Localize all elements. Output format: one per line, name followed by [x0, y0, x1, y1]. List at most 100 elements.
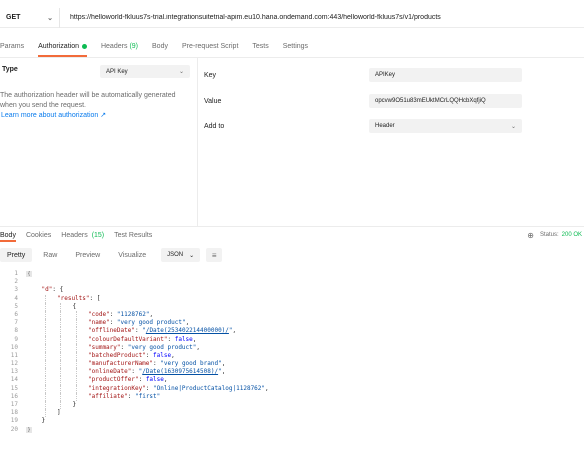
response-tabs: Body Cookies Headers (15) Test Results	[0, 229, 584, 242]
code-text: "name": "very good product",	[88, 319, 189, 327]
line-number: 10	[10, 343, 18, 351]
tab-settings[interactable]: Settings	[283, 38, 308, 54]
line-number: 9	[14, 335, 18, 343]
indent-guide	[60, 376, 61, 385]
code-line: 3 "d": {	[0, 286, 584, 294]
code-line: 1{	[0, 270, 584, 278]
code-token: "very good product"	[116, 319, 186, 327]
code-text: }	[26, 426, 32, 434]
code-line: 13 "onlineDate": "/Date(1630975614508)/",	[0, 368, 584, 377]
tab-headers[interactable]: Headers (9)	[101, 38, 138, 54]
indent-guide	[44, 327, 46, 336]
auth-type-panel: Type API Key ⌄ The authorization header …	[0, 58, 198, 226]
visualize-button[interactable]: Visualize	[111, 248, 153, 262]
indent-guide	[44, 351, 46, 361]
response-toolbar: Pretty Raw Preview Visualize JSON ⌄ ≡	[0, 248, 584, 262]
indent-guide	[44, 360, 46, 369]
line-number: 15	[10, 384, 18, 392]
code-text: "affiliate": "first"	[88, 393, 160, 401]
line-number: 16	[10, 392, 18, 400]
format-select[interactable]: JSON ⌄	[161, 248, 201, 262]
active-dot-icon	[81, 43, 87, 49]
status-label: Status:	[539, 232, 559, 238]
code-token: false	[174, 335, 193, 343]
fold-toggle-icon[interactable]: {	[26, 271, 32, 277]
code-token: "Online|ProductCatalog|1128762"	[153, 384, 266, 392]
code-token: ,	[196, 343, 201, 351]
indent-guide	[44, 368, 46, 377]
status-value[interactable]: 200 OK	[562, 232, 582, 238]
indent-guide	[75, 327, 77, 336]
response-tab-cookies[interactable]: Cookies	[26, 232, 51, 239]
tab-authorization[interactable]: Authorization	[38, 38, 87, 57]
code-token: :	[145, 351, 154, 359]
indent-guide	[75, 351, 77, 361]
response-tab-headers[interactable]: Headers (15)	[61, 232, 104, 239]
code-line: 2	[0, 278, 584, 286]
indent-guide	[60, 360, 61, 369]
response-tab-body[interactable]: Body	[0, 232, 16, 242]
indent-guide	[75, 343, 77, 352]
divider	[0, 226, 584, 227]
response-status: ⊕ Status: 200 OK	[527, 229, 582, 241]
code-token: "colourDefaultVariant"	[88, 335, 168, 343]
tab-params[interactable]: Params	[0, 38, 24, 54]
code-text: "batchedProduct": false,	[88, 352, 175, 360]
method-select[interactable]: GET ⌄	[0, 7, 60, 28]
fold-toggle-icon[interactable]: }	[26, 426, 32, 433]
code-line: 8 "offlineDate": "/Date(253402214400000)/…	[0, 327, 584, 336]
code-line: 17}	[0, 401, 584, 410]
auth-type-select[interactable]: API Key ⌄	[100, 65, 190, 78]
wrap-lines-icon[interactable]: ≡	[206, 248, 223, 262]
auth-value-input[interactable]: opcvw9O51u83mEUktMCrLQQHcbXqfjiQ	[369, 94, 522, 108]
indent-guide	[75, 376, 77, 385]
indent-guide	[44, 335, 46, 344]
response-tab-test-results[interactable]: Test Results	[114, 232, 152, 239]
code-text: }	[42, 417, 46, 425]
auth-type-label: Type	[2, 66, 18, 73]
url-input[interactable]: https://helloworld-fkluus7s-trial.integr…	[60, 14, 441, 21]
format-value: JSON	[167, 252, 184, 258]
code-text: "manufacturerName": "very good brand",	[88, 360, 225, 368]
indent-guide	[44, 294, 46, 303]
indent-guide	[60, 310, 61, 320]
indent-guide	[60, 319, 61, 328]
auth-description: The authorization header will be automat…	[0, 92, 176, 109]
code-line: 11 "batchedProduct": false,	[0, 351, 584, 361]
code-line: 15 "integrationKey": "Online|ProductCatal…	[0, 384, 584, 393]
tab-tests[interactable]: Tests	[252, 38, 268, 54]
auth-add-to-label: Add to	[204, 122, 225, 130]
raw-button[interactable]: Raw	[36, 248, 64, 262]
code-token: ,	[171, 351, 175, 359]
line-number: 13	[10, 368, 18, 376]
code-text: "d": {	[42, 286, 64, 294]
code-token: :	[109, 310, 117, 318]
code-line: 19}	[0, 417, 584, 425]
chevron-down-icon: ⌄	[510, 123, 516, 130]
code-token: ,	[192, 335, 197, 343]
globe-icon[interactable]: ⊕	[527, 231, 534, 240]
indent-guide	[60, 335, 61, 344]
auth-add-to-select[interactable]: Header ⌄	[369, 119, 522, 133]
code-text: {	[73, 303, 77, 311]
code-token: "results"	[57, 294, 90, 302]
code-token: ,	[232, 327, 237, 335]
indent-guide	[60, 343, 61, 352]
code-token: : {	[52, 286, 64, 294]
learn-more-link[interactable]: Learn more about authorization ↗	[1, 111, 106, 119]
method-label: GET	[6, 14, 21, 21]
auth-add-to-row: Add to Header ⌄	[204, 119, 522, 133]
tab-pre-request-script[interactable]: Pre-request Script	[182, 38, 238, 54]
response-headers-count: (15)	[91, 231, 105, 239]
code-text: "code": "1128762",	[88, 311, 153, 319]
code-token: ,	[163, 376, 168, 384]
tab-body[interactable]: Body	[152, 38, 168, 54]
line-number: 18	[10, 409, 18, 417]
auth-key-input[interactable]: APIKey	[369, 68, 522, 82]
code-token: :	[127, 392, 135, 400]
preview-button[interactable]: Preview	[68, 248, 107, 262]
auth-key-row: Key APIKey	[204, 68, 522, 82]
code-line: 16 "affiliate": "first"	[0, 392, 584, 401]
pretty-button[interactable]: Pretty	[0, 248, 33, 262]
indent-guide	[75, 310, 77, 320]
